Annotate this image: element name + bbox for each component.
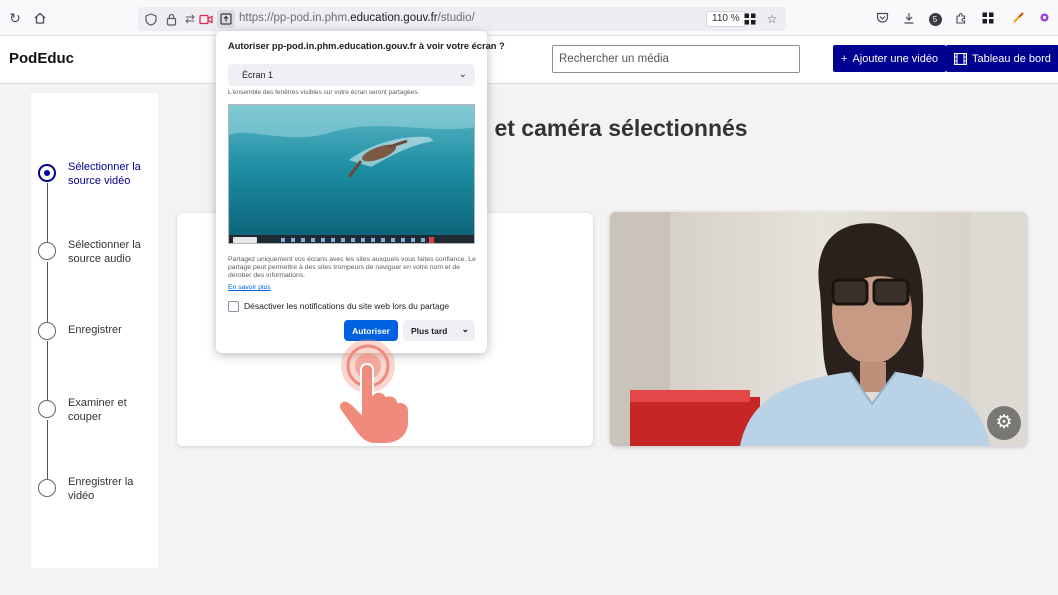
later-button[interactable]: Plus tard ⌄: [403, 320, 475, 341]
allow-button[interactable]: Autoriser: [344, 320, 398, 341]
lock-icon[interactable]: [162, 10, 180, 28]
account-badge-icon[interactable]: 5: [926, 9, 944, 27]
step-connector: [47, 420, 48, 480]
search-input[interactable]: [552, 45, 800, 73]
share-warning: Partagez uniquement vos écrans avec les …: [228, 256, 476, 280]
step-connector: [47, 183, 48, 245]
step-circle-icon: [38, 242, 56, 260]
step-circle-icon: [38, 479, 56, 497]
brush-extension-icon[interactable]: [1009, 9, 1027, 27]
screen-select-dropdown[interactable]: Écran 1 ⌄: [228, 64, 475, 86]
dashboard-button[interactable]: Tableau de bord: [946, 45, 1058, 72]
chevron-down-icon: ⌄: [458, 69, 467, 80]
camera-sharing-icon[interactable]: [197, 10, 215, 28]
step-audio-source[interactable]: Sélectionner la source audio: [38, 239, 158, 269]
disable-notifications-checkbox[interactable]: [228, 301, 239, 312]
browser-toolbar: ↻ ⇄ https://pp-pod.in.phm.education.gouv…: [0, 0, 1058, 36]
step-circle-icon: [38, 322, 56, 340]
plus-icon: +: [841, 52, 848, 65]
step-save[interactable]: Enregistrer la vidéo: [38, 476, 158, 506]
screen-share-permission-dialog: Autoriser pp-pod.in.phm.education.gouv.f…: [216, 31, 505, 353]
shield-icon[interactable]: [142, 10, 160, 28]
share-scope-note: L'ensemble des fenêtres visibles sur vot…: [228, 89, 420, 96]
step-circle-icon: [38, 400, 56, 418]
checkbox-label: Désactiver les notifications du site web…: [244, 301, 450, 311]
step-connector: [47, 262, 48, 322]
camera-preview: ⚙: [610, 212, 1027, 446]
url-bar[interactable]: ⇄ https://pp-pod.in.phm.education.gouv.f…: [138, 7, 786, 31]
downloads-icon[interactable]: [900, 9, 918, 27]
steps-sidebar: Sélectionner la source vidéo Sélectionne…: [31, 93, 158, 568]
extensions-icon[interactable]: [952, 9, 970, 27]
pocket-icon[interactable]: [873, 9, 891, 27]
app-header: PodEduc + Ajouter une vidéo Tableau de b…: [0, 36, 1058, 84]
step-review[interactable]: Examiner et couper: [38, 397, 158, 427]
learn-more-link[interactable]: En savoir plus: [228, 284, 271, 291]
logo[interactable]: PodEduc: [9, 50, 74, 67]
bookmark-star-icon[interactable]: ☆: [763, 10, 781, 28]
gear-extension-icon[interactable]: [1035, 9, 1053, 27]
gear-icon[interactable]: ⚙: [987, 406, 1021, 440]
step-connector: [47, 341, 48, 401]
screen-preview-thumbnail: [228, 104, 475, 244]
add-video-button[interactable]: + Ajouter une vidéo: [833, 45, 947, 72]
step-video-source[interactable]: Sélectionner la source vidéo: [38, 161, 158, 191]
film-icon: [954, 52, 967, 65]
camera-image: [610, 212, 1027, 446]
step-active-icon: [38, 164, 56, 182]
dialog-title: Autoriser pp-pod.in.phm.education.gouv.f…: [228, 41, 505, 51]
screen-share-icon[interactable]: [217, 10, 235, 28]
chevron-down-icon: ⌄: [461, 324, 469, 334]
url-text[interactable]: https://pp-pod.in.phm.education.gouv.fr/…: [239, 12, 475, 24]
reload-icon[interactable]: ↻: [6, 9, 24, 27]
zoom-badge[interactable]: 110 %: [706, 11, 746, 27]
apps-grid-icon[interactable]: [979, 9, 997, 27]
page-title: n et caméra sélectionnés: [474, 115, 748, 141]
extensions-grid-icon[interactable]: [741, 10, 759, 28]
home-icon[interactable]: [31, 9, 49, 27]
step-record[interactable]: Enregistrer: [38, 319, 158, 349]
